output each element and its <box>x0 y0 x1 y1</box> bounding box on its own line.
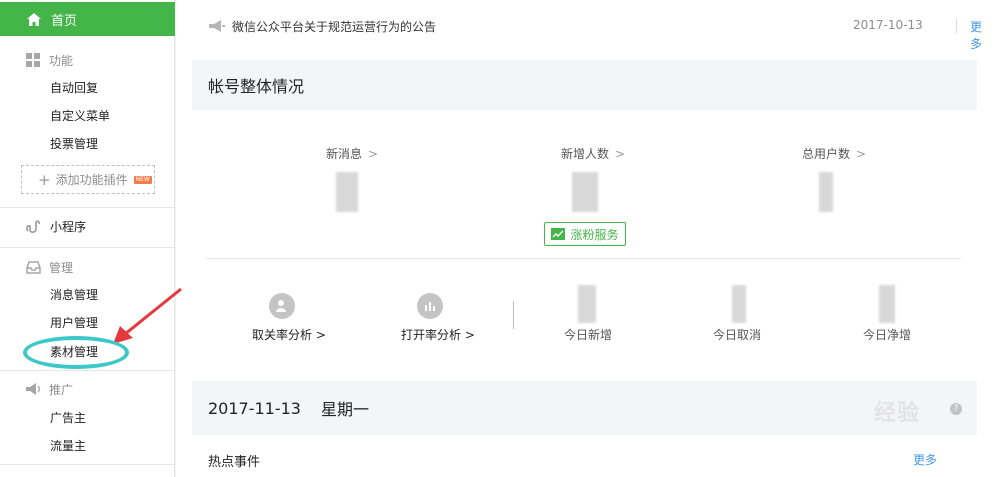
app-root: 首页 功能 自动回复 自定义菜单 投票管理 + 添加功能插件 NEW 小程序 管… <box>0 0 1000 477</box>
annotation-circle <box>23 336 129 369</box>
annotation-arrow <box>113 287 182 344</box>
